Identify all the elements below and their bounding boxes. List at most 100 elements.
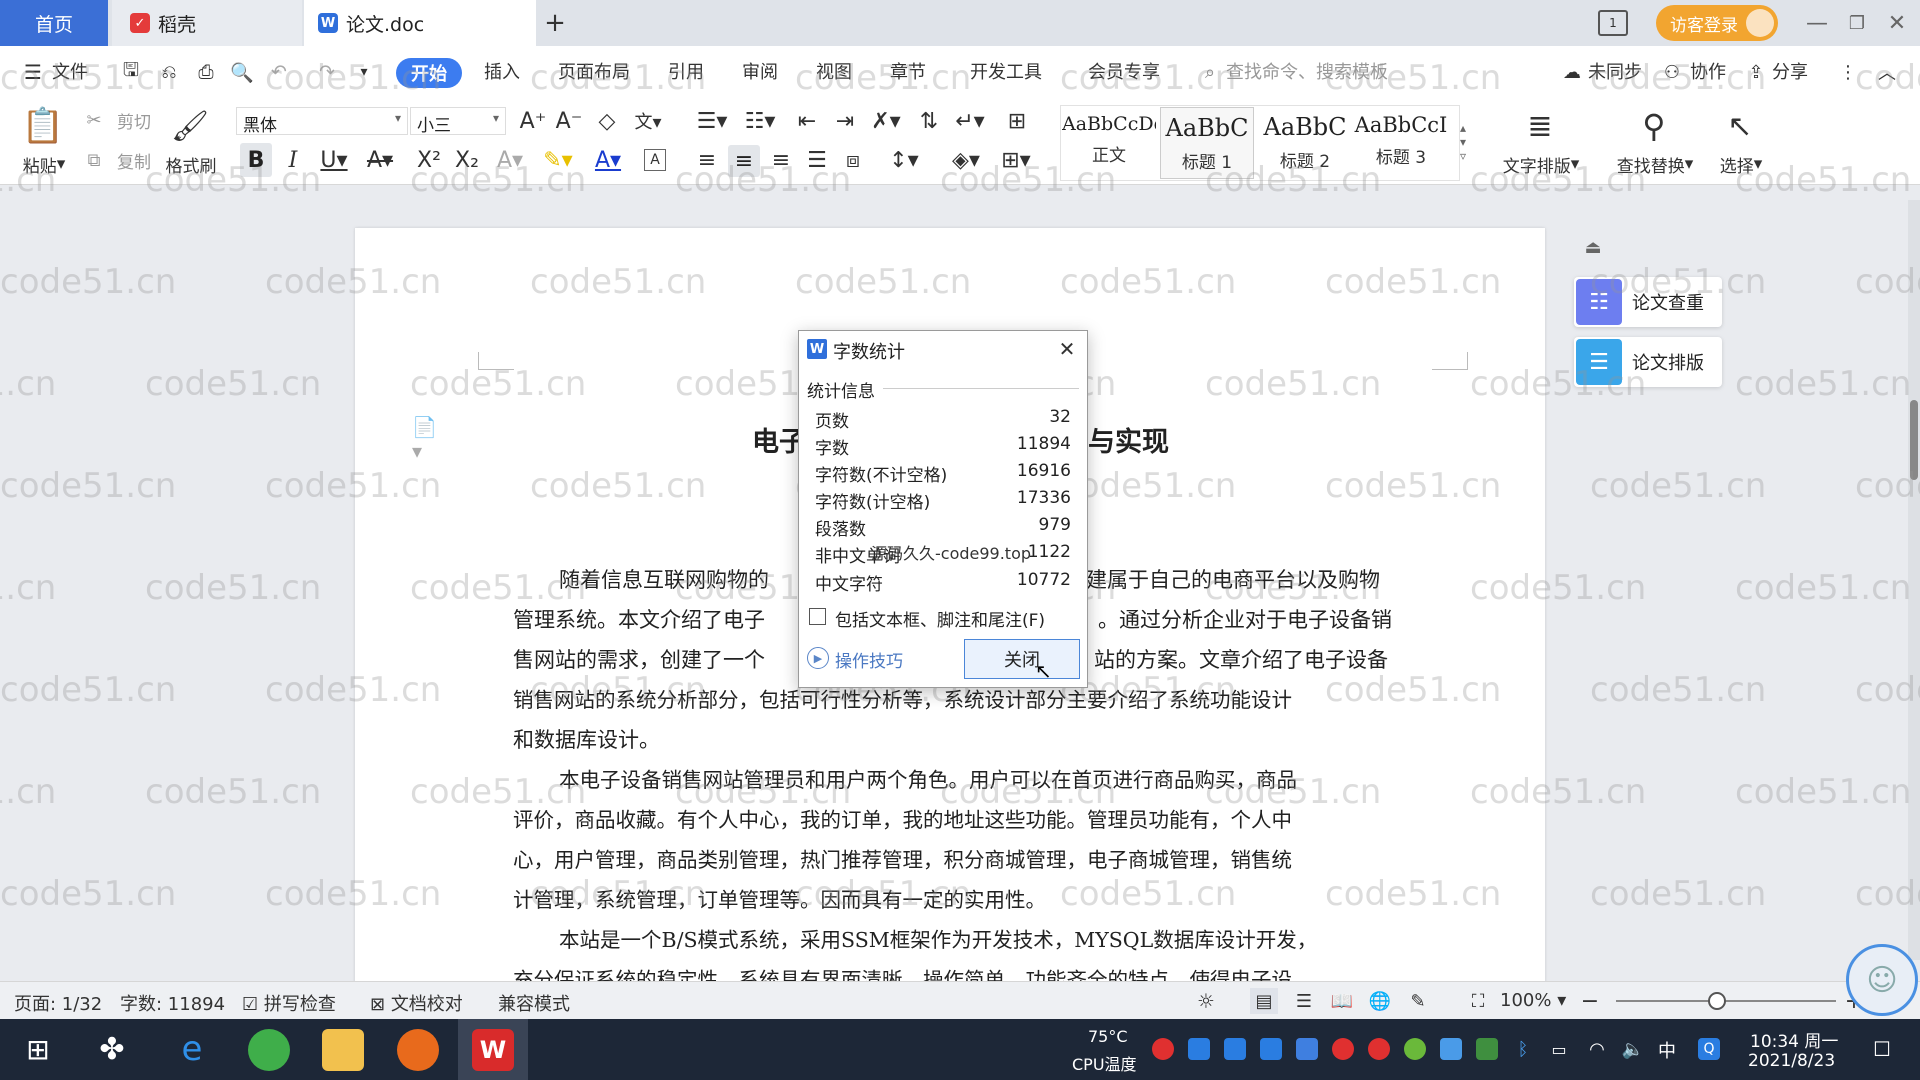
window-layout-icon[interactable]: 1 — [1598, 10, 1628, 36]
dialog-close-button[interactable]: 关闭 — [964, 639, 1080, 679]
tab-daoke[interactable]: ✓ 稻壳 — [112, 0, 302, 46]
include-textbox-label[interactable]: 包括文本框、脚注和尾注(F) — [835, 606, 1045, 631]
style-heading2[interactable]: AaBbC 标题 2 — [1258, 107, 1352, 179]
clear-format-icon[interactable]: ◇ — [592, 107, 622, 135]
paper-check-button[interactable]: ☷ 论文查重 — [1574, 277, 1722, 327]
zoom-slider-handle[interactable] — [1708, 992, 1726, 1010]
ime-indicator[interactable]: 中 — [1658, 1037, 1676, 1063]
battery-icon[interactable]: ▭ — [1546, 1037, 1572, 1061]
styles-scroll-icon[interactable]: ▴ ▾ ▿ — [1452, 107, 1474, 177]
menu-developer-tools[interactable]: 开发工具 — [970, 58, 1042, 84]
clock-date[interactable]: 2021/8/23 — [1748, 1051, 1835, 1071]
more-options-icon[interactable]: ⋮ — [1838, 58, 1858, 86]
panel-collapse-icon[interactable]: ⏏ — [1578, 232, 1608, 262]
menu-member[interactable]: 会员专享 — [1088, 58, 1160, 84]
font-size-select[interactable]: 小三 ▾ — [410, 107, 506, 136]
command-search-input[interactable]: 查找命令、搜索模板 — [1226, 58, 1388, 84]
menu-references[interactable]: 引用 — [668, 58, 704, 84]
bold-icon[interactable]: B — [240, 143, 272, 177]
menu-insert[interactable]: 插入 — [484, 58, 520, 84]
quick-access-dropdown-icon[interactable]: ▾ — [354, 58, 374, 86]
paste-button[interactable]: 粘贴 ▾ — [16, 151, 72, 177]
zoom-select[interactable]: 100% ▾ — [1500, 990, 1566, 1011]
write-mode-icon[interactable]: ✎ — [1404, 988, 1432, 1014]
tab-document[interactable]: W 论文.doc — [304, 0, 536, 46]
shading-icon[interactable]: ◈▾ — [946, 145, 986, 175]
bullet-list-icon[interactable]: ☰▾ — [692, 107, 732, 135]
undo-icon[interactable]: ↶ — [266, 58, 292, 86]
chinese-layout-icon[interactable]: ✗▾ — [866, 107, 906, 135]
style-heading3[interactable]: AaBbCcI 标题 3 — [1354, 107, 1448, 179]
tab-ruler-icon[interactable]: ⊞ — [1002, 107, 1032, 135]
subscript-icon[interactable]: X₂ — [452, 145, 482, 175]
tray-app-icon[interactable] — [1404, 1038, 1426, 1060]
redo-icon[interactable]: ↷ — [314, 58, 340, 86]
wps-taskbar-item[interactable]: W — [458, 1019, 528, 1080]
doc-outline-icon[interactable]: 📄▾ — [412, 415, 446, 463]
cut-button[interactable]: 剪切 — [110, 107, 158, 133]
collab-button[interactable]: 协作 — [1690, 58, 1726, 84]
shield-icon[interactable] — [1296, 1038, 1318, 1060]
tray-app-icon[interactable] — [1188, 1038, 1210, 1060]
sort-icon[interactable]: ⇅ — [914, 107, 944, 135]
menu-page-layout[interactable]: 页面布局 — [558, 58, 630, 84]
restore-icon[interactable]: ❐ — [1842, 8, 1872, 38]
menu-review[interactable]: 审阅 — [742, 58, 778, 84]
share-button[interactable]: 分享 — [1772, 58, 1808, 84]
qq-icon[interactable]: Q — [1698, 1038, 1720, 1060]
clock-time[interactable]: 10:34 周一 — [1750, 1027, 1838, 1052]
superscript-icon[interactable]: X² — [414, 145, 444, 175]
doc-proof-button[interactable]: ⊠ 文档校对 — [370, 990, 463, 1016]
eye-protection-icon[interactable]: ☼ — [1192, 988, 1220, 1014]
increase-indent-icon[interactable]: ⇥ — [830, 107, 860, 135]
tray-app-icon[interactable] — [1332, 1038, 1354, 1060]
volume-icon[interactable]: 🔈 — [1620, 1037, 1646, 1061]
shrink-font-icon[interactable]: A⁻ — [554, 107, 584, 135]
scrollbar-thumb[interactable] — [1910, 400, 1918, 480]
save-icon[interactable]: 🖫 — [118, 58, 144, 86]
numbered-list-icon[interactable]: ☷▾ — [740, 107, 780, 135]
page-view-icon[interactable]: ▤ — [1250, 988, 1278, 1014]
tray-app-icon[interactable] — [1440, 1038, 1462, 1060]
pinyin-guide-icon[interactable]: 文▾ — [628, 107, 668, 135]
print-preview-icon[interactable]: 🔍 — [229, 58, 255, 86]
collapse-ribbon-icon[interactable]: ︿ — [1874, 58, 1900, 86]
decrease-indent-icon[interactable]: ⇤ — [792, 107, 822, 135]
show-marks-icon[interactable]: ↵▾ — [952, 107, 988, 135]
tray-app-icon[interactable] — [1368, 1038, 1390, 1060]
text-layout-button[interactable]: 文字排版 ▾ — [1496, 151, 1586, 177]
bluetooth-icon[interactable]: ᛒ — [1512, 1037, 1534, 1061]
tab-home[interactable]: 首页 — [0, 0, 108, 46]
char-border-icon[interactable]: A — [644, 149, 666, 171]
wifi-icon[interactable]: ◠ — [1584, 1037, 1610, 1061]
sync-status-button[interactable]: 未同步 — [1588, 58, 1642, 84]
align-center-icon[interactable]: ≡ — [728, 145, 760, 177]
italic-icon[interactable]: I — [278, 145, 308, 175]
style-normal[interactable]: AaBbCcDd 正文 — [1062, 107, 1156, 179]
dialog-close-icon[interactable]: ✕ — [1053, 335, 1081, 363]
new-tab-icon[interactable]: + — [540, 8, 570, 38]
menu-chapter[interactable]: 章节 — [890, 58, 926, 84]
page-indicator[interactable]: 页面: 1/32 — [14, 990, 102, 1016]
paper-layout-button[interactable]: ☰ 论文排版 — [1574, 337, 1722, 387]
tray-app-icon[interactable] — [1260, 1038, 1282, 1060]
outline-view-icon[interactable]: ☰ — [1290, 988, 1318, 1014]
strikethrough-icon[interactable]: A▾ — [360, 145, 400, 175]
web-view-icon[interactable]: 🌐 — [1366, 988, 1394, 1014]
zoom-slider-track[interactable] — [1616, 1000, 1836, 1002]
spell-check-button[interactable]: ☑ 拼写检查 — [242, 990, 336, 1016]
format-painter-button[interactable]: 格式刷 — [160, 151, 222, 177]
convert-icon[interactable]: ⎌ — [156, 58, 182, 86]
cartoon-app-icon[interactable] — [397, 1029, 439, 1071]
guest-login-button[interactable]: 访客登录 — [1656, 5, 1778, 41]
notification-center-icon[interactable]: ☐ — [1868, 1035, 1896, 1063]
reading-view-icon[interactable]: 📖 — [1328, 988, 1356, 1014]
menu-start-tab[interactable]: 开始 — [396, 58, 462, 88]
font-name-select[interactable]: 黑体 ▾ — [236, 107, 408, 136]
find-replace-button[interactable]: 查找替换 ▾ — [1610, 151, 1700, 177]
hamburger-menu-icon[interactable]: ☰ — [22, 58, 44, 86]
print-icon[interactable]: ⎙ — [193, 58, 219, 86]
close-window-icon[interactable]: ✕ — [1882, 8, 1912, 38]
windows-start-icon[interactable]: ⊞ — [20, 1031, 56, 1067]
font-color-icon[interactable]: A▾ — [588, 145, 628, 175]
